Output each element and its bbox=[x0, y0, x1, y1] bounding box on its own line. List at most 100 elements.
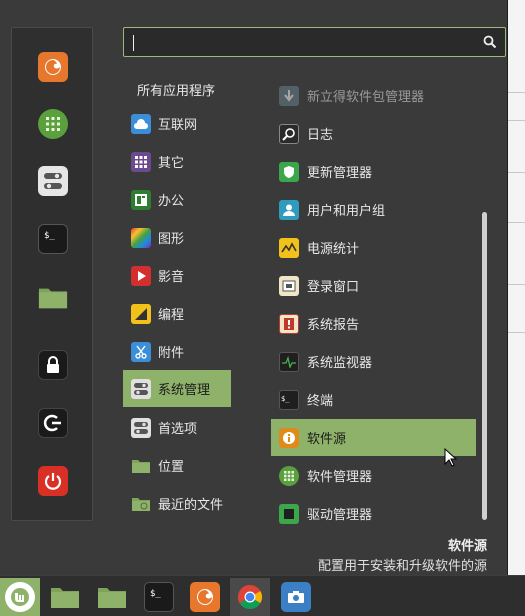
category-accessories[interactable]: 附件 bbox=[123, 333, 231, 370]
lock-icon bbox=[38, 350, 68, 380]
app-synaptic[interactable]: 新立得软件包管理器 bbox=[271, 77, 476, 114]
magnifier-icon bbox=[279, 123, 299, 144]
category-label: 最近的文件 bbox=[158, 498, 224, 513]
favorite-terminal[interactable]: $_ bbox=[34, 220, 72, 258]
app-update-manager[interactable]: 更新管理器 bbox=[271, 153, 476, 190]
mint-menu-icon bbox=[5, 582, 35, 612]
office-icon bbox=[131, 189, 151, 210]
grid-icon bbox=[131, 151, 151, 172]
category-places[interactable]: 位置 bbox=[123, 447, 231, 484]
taskbar-folder-1[interactable] bbox=[45, 578, 85, 616]
taskbar: $_ bbox=[0, 575, 525, 616]
palette-icon bbox=[131, 227, 151, 248]
ruler-icon bbox=[131, 303, 151, 324]
power-graph-icon bbox=[279, 237, 299, 258]
firefox-icon bbox=[190, 582, 220, 612]
favorite-logout[interactable] bbox=[34, 404, 72, 442]
category-other[interactable]: 其它 bbox=[123, 143, 231, 180]
chrome-icon bbox=[235, 582, 265, 612]
taskbar-screenshot[interactable] bbox=[276, 578, 316, 616]
taskbar-chrome[interactable] bbox=[230, 578, 270, 616]
svg-text:$_: $_ bbox=[281, 395, 290, 403]
app-label: 用户和用户组 bbox=[307, 204, 386, 219]
terminal-icon: $_ bbox=[38, 224, 68, 254]
app-system-reports[interactable]: 系统报告 bbox=[271, 305, 476, 342]
search-box[interactable] bbox=[123, 27, 506, 57]
category-label: 图形 bbox=[158, 232, 185, 247]
app-label: 驱动管理器 bbox=[307, 508, 373, 523]
app-label: 日志 bbox=[307, 128, 334, 143]
category-label: 办公 bbox=[158, 194, 185, 209]
user-icon bbox=[279, 199, 299, 220]
app-driver-manager[interactable]: 驱动管理器 bbox=[271, 495, 476, 532]
app-system-monitor[interactable]: 系统监视器 bbox=[271, 343, 476, 380]
folder-icon bbox=[97, 582, 127, 612]
monitor-graph-icon bbox=[279, 351, 299, 372]
app-users-groups[interactable]: 用户和用户组 bbox=[271, 191, 476, 228]
folder-icon bbox=[131, 456, 151, 476]
category-label: 其它 bbox=[158, 156, 185, 171]
play-icon bbox=[131, 265, 151, 286]
screenshot-icon bbox=[281, 582, 311, 612]
app-label: 登录窗口 bbox=[307, 280, 360, 295]
app-logs[interactable]: 日志 bbox=[271, 115, 476, 152]
app-label: 更新管理器 bbox=[307, 166, 373, 181]
app-list-scrollbar[interactable] bbox=[482, 212, 487, 520]
category-label: 附件 bbox=[158, 346, 185, 361]
category-graphics[interactable]: 图形 bbox=[123, 219, 231, 256]
app-label: 软件源 bbox=[307, 432, 347, 447]
chip-icon bbox=[279, 503, 299, 524]
category-label: 编程 bbox=[158, 308, 185, 323]
category-label: 首选项 bbox=[158, 422, 198, 437]
favorite-system-settings[interactable] bbox=[34, 162, 72, 200]
favorite-home-folder[interactable] bbox=[34, 278, 72, 316]
apps-grid-icon bbox=[279, 465, 299, 486]
app-label: 系统监视器 bbox=[307, 356, 373, 371]
app-terminal[interactable]: $_ 终端 bbox=[271, 381, 476, 418]
app-login-window[interactable]: 登录窗口 bbox=[271, 267, 476, 304]
description-text: 配置用于安装和升级软件的源 bbox=[317, 559, 487, 574]
favorite-firefox[interactable] bbox=[34, 48, 72, 86]
search-input[interactable] bbox=[136, 32, 476, 52]
mouse-pointer-icon bbox=[444, 448, 458, 467]
search-icon[interactable] bbox=[483, 35, 497, 49]
favorite-software-manager[interactable] bbox=[34, 105, 72, 143]
menu-button[interactable] bbox=[0, 578, 40, 616]
application-menu: $_ 所有应用程序 互联网 其它 办公 图形 影音 编程 附件 系统管理 首选项… bbox=[0, 0, 508, 575]
category-administration[interactable]: 系统管理 bbox=[123, 370, 231, 407]
category-multimedia[interactable]: 影音 bbox=[123, 257, 231, 294]
favorite-lock-screen[interactable] bbox=[34, 346, 72, 384]
category-label: 影音 bbox=[158, 270, 185, 285]
text-caret bbox=[133, 35, 134, 51]
firefox-icon bbox=[38, 52, 68, 82]
recent-folder-icon bbox=[131, 494, 151, 514]
shield-icon bbox=[279, 161, 299, 182]
description-title: 软件源 bbox=[447, 539, 487, 554]
category-preferences[interactable]: 首选项 bbox=[123, 409, 231, 446]
toggles-icon bbox=[131, 417, 151, 438]
app-label: 系统报告 bbox=[307, 318, 360, 333]
folder-icon bbox=[50, 582, 80, 612]
taskbar-folder-2[interactable] bbox=[92, 578, 132, 616]
category-label: 位置 bbox=[158, 460, 185, 475]
toggles-icon bbox=[131, 378, 151, 399]
category-label: 互联网 bbox=[158, 118, 198, 133]
scissors-icon bbox=[131, 341, 151, 362]
app-label: 新立得软件包管理器 bbox=[307, 90, 425, 105]
power-icon bbox=[38, 466, 68, 496]
category-label: 系统管理 bbox=[158, 383, 211, 398]
favorites-panel: $_ bbox=[11, 27, 93, 521]
taskbar-terminal[interactable]: $_ bbox=[139, 578, 179, 616]
software-manager-icon bbox=[38, 109, 68, 139]
category-programming[interactable]: 编程 bbox=[123, 295, 231, 332]
download-icon bbox=[279, 85, 299, 106]
taskbar-firefox[interactable] bbox=[185, 578, 225, 616]
category-office[interactable]: 办公 bbox=[123, 181, 231, 218]
logout-icon bbox=[38, 408, 68, 438]
category-internet[interactable]: 互联网 bbox=[123, 105, 231, 142]
favorite-shutdown[interactable] bbox=[34, 462, 72, 500]
svg-text:$_: $_ bbox=[150, 589, 161, 599]
category-all-applications[interactable]: 所有应用程序 bbox=[137, 80, 215, 99]
category-recent-files[interactable]: 最近的文件 bbox=[123, 485, 231, 522]
app-power-statistics[interactable]: 电源统计 bbox=[271, 229, 476, 266]
